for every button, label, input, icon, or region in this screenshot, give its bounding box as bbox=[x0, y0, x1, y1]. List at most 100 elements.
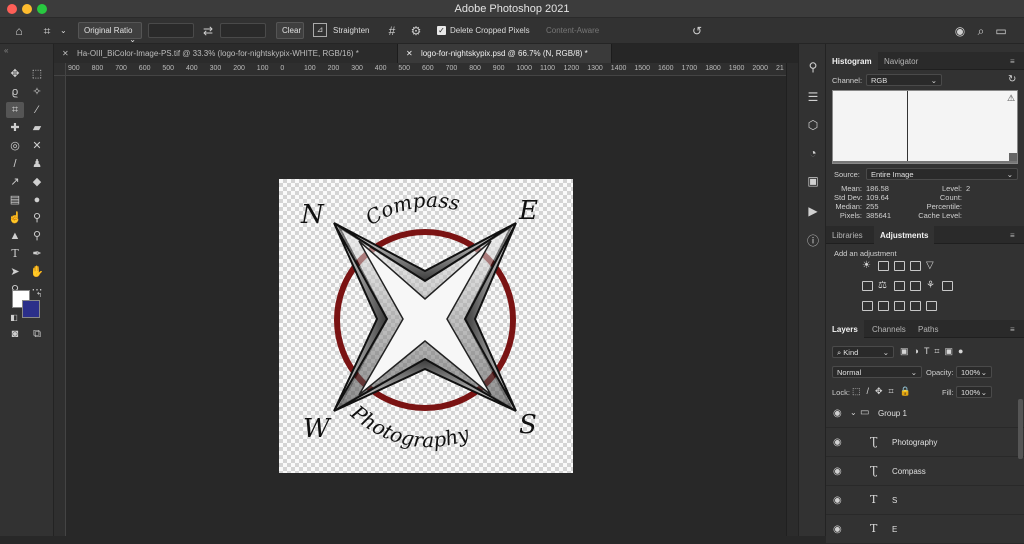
3d-panel-icon[interactable]: ⬡ bbox=[804, 116, 822, 134]
clone-stamp-icon[interactable]: ♟ bbox=[28, 156, 46, 172]
height-field[interactable] bbox=[220, 23, 266, 38]
posterize-icon[interactable] bbox=[878, 301, 889, 311]
curves-icon[interactable] bbox=[894, 261, 905, 271]
swap-icon[interactable]: ⇄ bbox=[199, 22, 217, 40]
lock-icons[interactable]: ⬚/✥⌗🔒 bbox=[852, 386, 917, 397]
fill-field[interactable]: 100% ⌄ bbox=[956, 386, 992, 398]
tab-navigator[interactable]: Navigator bbox=[878, 52, 924, 70]
overlay-grid-icon[interactable]: # bbox=[383, 22, 401, 40]
info-icon[interactable]: ⓘ bbox=[804, 232, 822, 250]
color-lookup-icon[interactable] bbox=[942, 281, 953, 291]
photo-filter-icon[interactable] bbox=[910, 281, 921, 291]
home-icon[interactable]: ⌂ bbox=[10, 22, 28, 40]
bandage-icon[interactable]: ▰ bbox=[28, 120, 46, 136]
path-selection-icon[interactable]: ➤ bbox=[6, 264, 24, 280]
pen-tool-icon[interactable]: ✒ bbox=[28, 246, 46, 262]
threshold-icon[interactable] bbox=[894, 301, 905, 311]
tab-close-icon[interactable]: ✕ bbox=[62, 49, 69, 58]
chevron-down-icon[interactable]: ⌄ bbox=[60, 26, 67, 35]
default-colors-icon[interactable]: ◧ bbox=[5, 310, 23, 326]
dodge-tool-icon[interactable]: ⚲ bbox=[28, 210, 46, 226]
screen-mode-icon[interactable]: ⧉ bbox=[28, 326, 46, 342]
invert-icon[interactable] bbox=[862, 301, 873, 311]
history-panel-icon[interactable]: ◔ bbox=[804, 144, 822, 162]
properties-panel-icon[interactable]: ☰ bbox=[804, 88, 822, 106]
workspace-icon[interactable]: ▭ bbox=[992, 22, 1010, 40]
panel-menu-icon[interactable]: ≡ bbox=[1004, 226, 1021, 244]
eyedropper-icon[interactable]: ⁄ bbox=[28, 102, 46, 118]
collapse-toolbar-icon[interactable]: « bbox=[4, 46, 8, 55]
black-white-icon[interactable] bbox=[894, 281, 905, 291]
crop-tool-preset-icon[interactable]: ⌗ bbox=[38, 22, 56, 40]
history-brush-icon[interactable]: ↗ bbox=[6, 174, 24, 190]
tab-close-icon[interactable]: ✕ bbox=[406, 49, 413, 58]
opacity-field[interactable]: 100% ⌄ bbox=[956, 366, 992, 378]
tab-layers[interactable]: Layers bbox=[826, 320, 864, 338]
move-tool-icon[interactable]: ✥ bbox=[6, 66, 24, 82]
search-icon[interactable]: ⌕ bbox=[972, 22, 990, 40]
vibrance-icon[interactable]: ▽ bbox=[926, 261, 937, 271]
warning-icon[interactable]: ⚠ bbox=[1007, 93, 1015, 104]
straighten-icon[interactable]: ⊿ bbox=[313, 23, 327, 37]
dodge-icon[interactable]: ⚲ bbox=[28, 228, 46, 244]
layer-row-compass[interactable]: ◉ Ʈ Compass bbox=[826, 457, 1024, 486]
layer-filter-select[interactable]: ⌕ Kind ⌄ bbox=[832, 346, 894, 358]
tab-libraries[interactable]: Libraries bbox=[826, 226, 869, 244]
quick-mask-icon[interactable]: ◙ bbox=[6, 326, 24, 342]
eye-icon[interactable]: ◉ bbox=[833, 437, 842, 448]
eye-icon[interactable]: ◉ bbox=[833, 495, 842, 506]
document-canvas[interactable]: N E W S Compass Photography bbox=[279, 179, 573, 473]
eye-icon[interactable]: ◉ bbox=[833, 466, 842, 477]
tab-histogram[interactable]: Histogram bbox=[826, 52, 878, 70]
tab-adjustments[interactable]: Adjustments bbox=[874, 226, 935, 244]
straighten-button[interactable]: Straighten bbox=[333, 26, 369, 35]
actions-panel-icon[interactable]: ▣ bbox=[804, 172, 822, 190]
vertical-scrollbar[interactable] bbox=[786, 63, 798, 536]
chevron-down-icon[interactable]: ⌄ bbox=[850, 408, 857, 417]
channel-mixer-icon[interactable]: ⚘ bbox=[926, 281, 937, 291]
tab-document-2[interactable]: ✕ logo-for-nightskypix.psd @ 66.7% (N, R… bbox=[398, 44, 612, 63]
tab-paths[interactable]: Paths bbox=[912, 320, 944, 338]
blur-tool-icon[interactable]: ● bbox=[28, 192, 46, 208]
layer-row-group[interactable]: ◉ ⌄ ▭ Group 1 bbox=[826, 399, 1024, 428]
clear-button[interactable]: Clear bbox=[276, 22, 304, 39]
tab-document-1[interactable]: ✕ Ha-OIII_BiColor-Image-PS.tif @ 33.3% (… bbox=[54, 44, 398, 63]
brightness-contrast-icon[interactable]: ☀ bbox=[862, 261, 873, 271]
source-select[interactable]: Entire Image ⌄ bbox=[866, 168, 1018, 180]
eye-icon[interactable]: ◉ bbox=[833, 524, 842, 535]
healing-brush-icon[interactable]: ✚ bbox=[6, 120, 24, 136]
eraser-icon[interactable]: ◆ bbox=[28, 174, 46, 190]
delete-cropped-checkbox[interactable]: ✓ bbox=[437, 26, 446, 35]
blend-mode-select[interactable]: Normal ⌄ bbox=[832, 366, 922, 378]
magic-wand-icon[interactable]: ✧ bbox=[28, 84, 46, 100]
panel-menu-icon[interactable]: ≡ bbox=[1004, 320, 1021, 338]
content-aware-move-icon[interactable]: ✕ bbox=[28, 138, 46, 154]
layer-row-e[interactable]: ◉ T E bbox=[826, 515, 1024, 544]
refresh-icon[interactable]: ↻ bbox=[1008, 74, 1016, 85]
lasso-tool-icon[interactable]: ϱ bbox=[6, 84, 24, 100]
hand-tool-icon[interactable]: ✋ bbox=[28, 264, 46, 280]
crop-tool-icon[interactable]: ⌗ bbox=[6, 102, 24, 118]
channel-select[interactable]: RGB ⌄ bbox=[866, 74, 942, 86]
reset-icon[interactable]: ↺ bbox=[688, 22, 706, 40]
play-icon[interactable]: ▶ bbox=[804, 202, 822, 220]
layers-scrollbar[interactable] bbox=[1018, 399, 1023, 459]
eye-icon[interactable]: ◉ bbox=[833, 408, 842, 419]
sharpen-tool-icon[interactable]: ▲ bbox=[6, 228, 24, 244]
patch-tool-icon[interactable]: ◎ bbox=[6, 138, 24, 154]
tab-channels[interactable]: Channels bbox=[866, 320, 912, 338]
layer-row-s[interactable]: ◉ T S bbox=[826, 486, 1024, 515]
share-icon[interactable]: ◉ bbox=[951, 22, 969, 40]
layer-row-photography[interactable]: ◉ Ʈ Photography bbox=[826, 428, 1024, 457]
panel-menu-icon[interactable]: ≡ bbox=[1004, 52, 1021, 70]
ruler-origin[interactable] bbox=[54, 63, 66, 76]
content-aware-label[interactable]: Content-Aware bbox=[546, 26, 599, 35]
gear-icon[interactable]: ⚙ bbox=[407, 22, 425, 40]
selective-color-icon[interactable] bbox=[926, 301, 937, 311]
brush-tool-icon[interactable]: / bbox=[6, 156, 24, 172]
layer-filter-icons[interactable]: ▣◑T⌗▣● bbox=[900, 346, 968, 357]
gradient-tool-icon[interactable]: ▤ bbox=[6, 192, 24, 208]
width-field[interactable] bbox=[148, 23, 194, 38]
swap-colors-icon[interactable]: ↰ bbox=[30, 288, 48, 304]
hue-saturation-icon[interactable] bbox=[862, 281, 873, 291]
